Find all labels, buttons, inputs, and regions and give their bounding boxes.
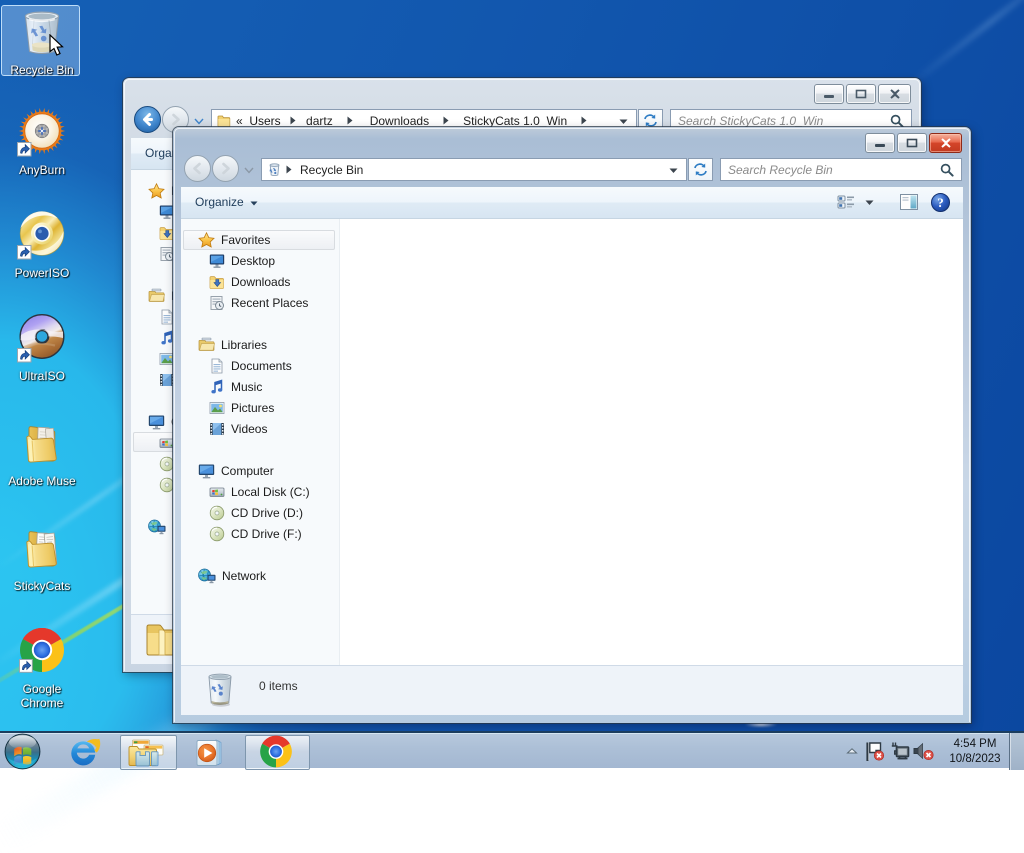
svg-text:?: ? (937, 195, 944, 210)
